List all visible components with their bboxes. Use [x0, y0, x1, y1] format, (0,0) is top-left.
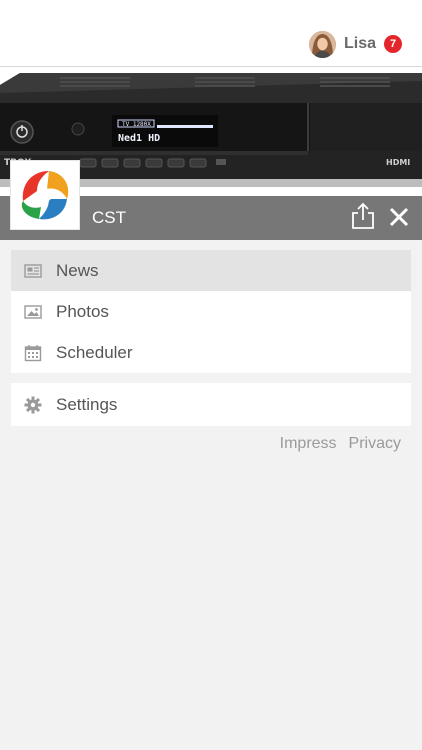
close-button[interactable]: [386, 204, 412, 230]
menu-item-label: News: [56, 260, 99, 280]
settings-menu: Settings: [11, 383, 411, 426]
avatar-image: [308, 30, 336, 58]
footer-links: Impress Privacy: [280, 435, 401, 453]
page-title: CST: [92, 208, 126, 227]
cst-logo-icon: [21, 171, 69, 220]
menu-item-label: Scheduler: [56, 342, 133, 362]
share-button[interactable]: [350, 201, 376, 231]
privacy-link[interactable]: Privacy: [349, 435, 401, 452]
top-bar: Lisa 7: [0, 0, 422, 67]
calendar-icon: [24, 345, 42, 362]
newspaper-icon: [24, 264, 42, 278]
menu-item-photos[interactable]: Photos: [11, 291, 411, 332]
display-line2: Ned1 HD: [118, 133, 160, 144]
menu-item-settings[interactable]: Settings: [11, 383, 411, 426]
display-line1: TV 1280X: [122, 121, 151, 128]
main-menu: News Photos Scheduler: [11, 250, 411, 373]
menu-item-label: Settings: [56, 394, 118, 414]
menu-item-label: Photos: [56, 301, 109, 321]
close-icon: [389, 207, 409, 227]
app-screen: Lisa 7 TV 1280X Ned1 HD HDMI CST News Ph…: [0, 0, 422, 750]
image-icon: [24, 305, 42, 319]
menu-item-scheduler[interactable]: Scheduler: [11, 332, 411, 373]
impress-link[interactable]: Impress: [280, 435, 337, 452]
user-menu[interactable]: Lisa 7: [308, 29, 402, 59]
user-name[interactable]: Lisa: [344, 35, 376, 53]
menu-item-news[interactable]: News: [11, 250, 411, 291]
app-logo: [11, 161, 79, 229]
brand-right: HDMI: [386, 158, 410, 167]
notification-badge[interactable]: 7: [384, 35, 402, 53]
avatar[interactable]: [308, 30, 336, 58]
gear-icon: [24, 396, 42, 414]
share-icon: [352, 202, 374, 229]
